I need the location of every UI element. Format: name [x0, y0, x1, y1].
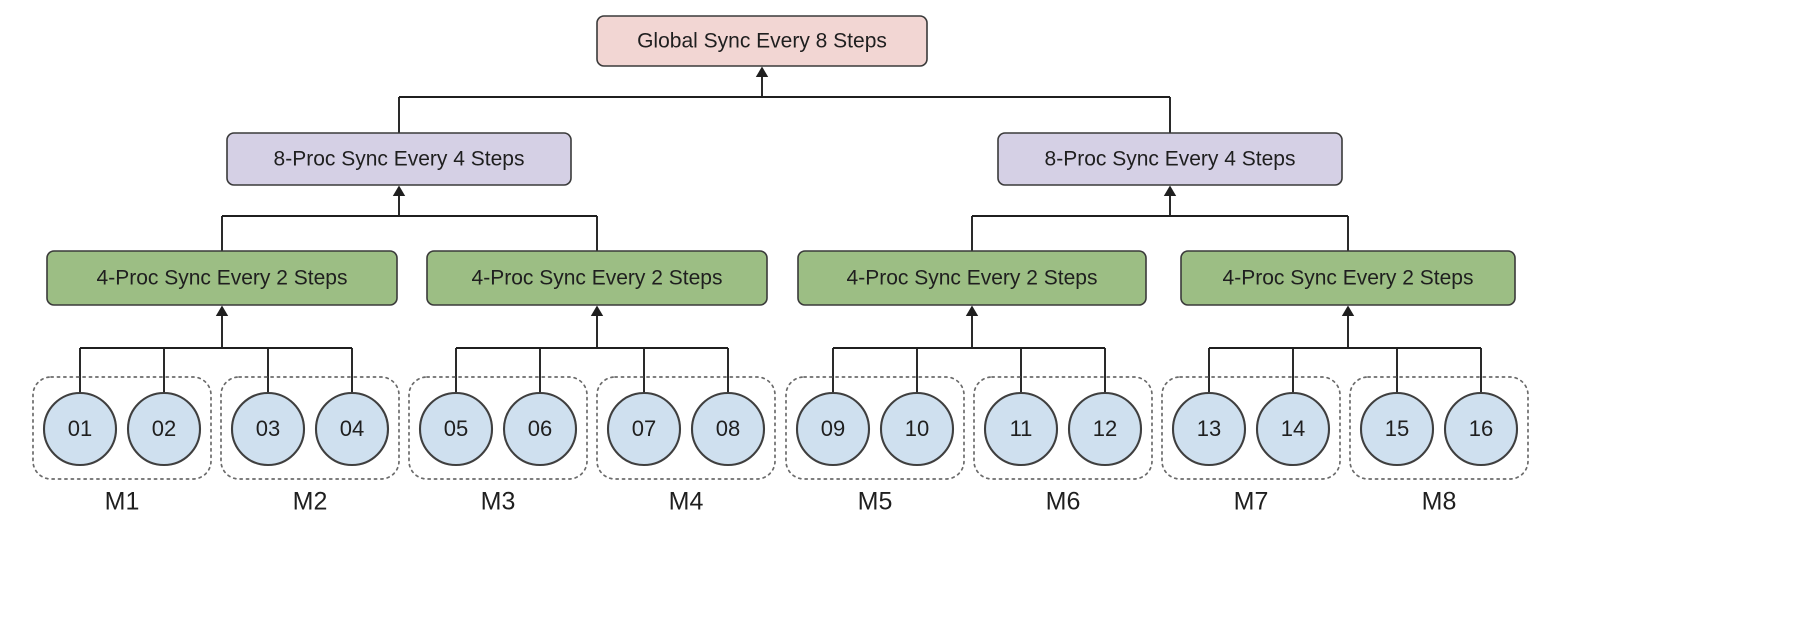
machine-group-label-m5: M5: [858, 488, 893, 516]
processor-node-09[interactable]: [795, 391, 871, 467]
machine-group-label-m4: M4: [669, 488, 704, 516]
mid-sync-node-2[interactable]: [997, 132, 1343, 186]
arrowhead-to-group-sync-1: [215, 305, 229, 316]
processor-node-08[interactable]: [690, 391, 766, 467]
processor-layer: 01 02 03 04 05 06 07 08 09 10 11 12 13 14 15 16: [42, 391, 1519, 467]
processor-node-05[interactable]: [418, 391, 494, 467]
processor-node-11[interactable]: [983, 391, 1059, 467]
processor-node-02[interactable]: [126, 391, 202, 467]
arrowhead-to-mid-sync-2: [1163, 185, 1177, 196]
sync-hierarchy-diagram: M1 M2 M3 M4 M5 M6 M7 M8 01 02 03 04 05 06 07 08 09 10 11 1…: [32, 15, 1529, 516]
machine-group-label-m6: M6: [1046, 488, 1081, 516]
sync-node-layer: Global Sync Every 8 Steps8-Proc Sync Eve…: [46, 15, 1516, 306]
processor-node-10[interactable]: [879, 391, 955, 467]
processor-node-07[interactable]: [606, 391, 682, 467]
machine-group-label-m7: M7: [1234, 488, 1269, 516]
processor-node-03[interactable]: [230, 391, 306, 467]
processor-node-04[interactable]: [314, 391, 390, 467]
arrowhead-to-group-sync-4: [1341, 305, 1355, 316]
arrowhead-to-group-sync-2: [590, 305, 604, 316]
edge-layer: [79, 66, 1482, 393]
processor-node-15[interactable]: [1359, 391, 1435, 467]
group-sync-node-2[interactable]: [426, 250, 768, 306]
processor-node-14[interactable]: [1255, 391, 1331, 467]
processor-node-12[interactable]: [1067, 391, 1143, 467]
processor-node-16[interactable]: [1443, 391, 1519, 467]
global-sync-node[interactable]: [596, 15, 928, 67]
mid-sync-node-1[interactable]: [226, 132, 572, 186]
processor-node-13[interactable]: [1171, 391, 1247, 467]
machine-group-label-m1: M1: [105, 488, 140, 516]
arrowhead-to-mid-sync-1: [392, 185, 406, 196]
machine-group-label-m2: M2: [293, 488, 328, 516]
processor-node-06[interactable]: [502, 391, 578, 467]
group-sync-node-3[interactable]: [797, 250, 1147, 306]
processor-node-01[interactable]: [42, 391, 118, 467]
machine-group-label-m8: M8: [1422, 488, 1457, 516]
arrowhead-to-group-sync-3: [965, 305, 979, 316]
machine-group-label-m3: M3: [481, 488, 516, 516]
group-sync-node-1[interactable]: [46, 250, 398, 306]
arrowhead-to-global-sync: [755, 66, 769, 77]
group-sync-node-4[interactable]: [1180, 250, 1516, 306]
